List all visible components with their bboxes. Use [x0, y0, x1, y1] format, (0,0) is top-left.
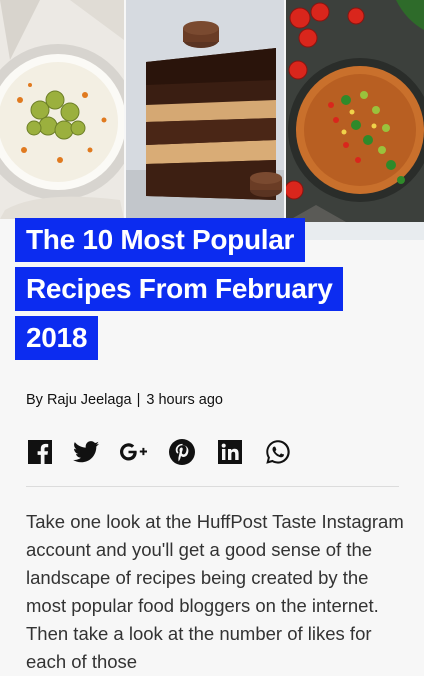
- headline-line-3: 2018: [15, 316, 99, 360]
- byline-prefix: By: [26, 392, 43, 408]
- photo-soup-brussels: [0, 0, 124, 219]
- linkedin-icon[interactable]: [216, 438, 244, 466]
- photo-chili-bowl: [286, 0, 424, 240]
- headline-line-2: Recipes From February: [15, 267, 344, 311]
- publish-time: 3 hours ago: [146, 392, 223, 408]
- author-link[interactable]: Raju Jeelaga: [47, 392, 132, 408]
- byline: By Raju Jeelaga | 3 hours ago: [26, 392, 223, 408]
- facebook-icon[interactable]: [26, 438, 54, 466]
- divider: [26, 486, 399, 487]
- google-plus-icon[interactable]: [120, 438, 148, 466]
- photo-chocolate-cake: [126, 0, 284, 219]
- article-body: Take one look at the HuffPost Taste Inst…: [26, 511, 404, 672]
- byline-separator: |: [136, 392, 141, 408]
- article-headline: The 10 Most Popular Recipes From Februar…: [15, 218, 415, 365]
- pinterest-icon[interactable]: [168, 438, 196, 466]
- whatsapp-icon[interactable]: [264, 438, 292, 466]
- headline-line-1: The 10 Most Popular: [15, 218, 306, 262]
- hero-image-collage: [0, 0, 424, 240]
- twitter-icon[interactable]: [72, 438, 100, 466]
